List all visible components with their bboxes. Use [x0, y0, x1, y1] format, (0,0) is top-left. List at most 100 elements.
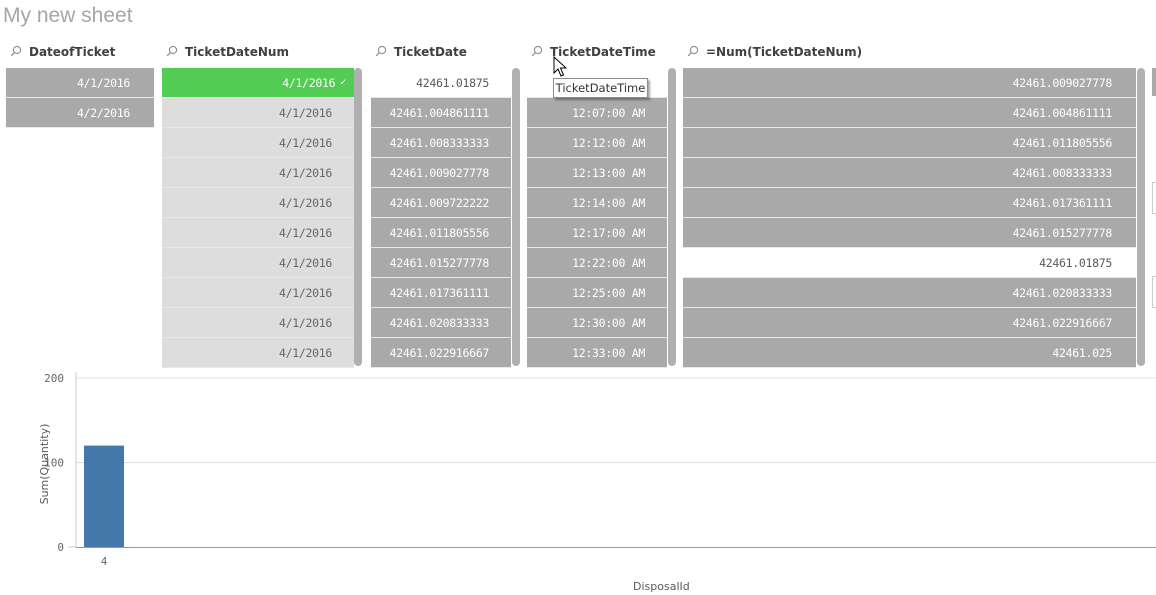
listbox-title: TicketDate [394, 45, 467, 59]
row-value: 4/1/2016 [279, 345, 332, 360]
listbox-row[interactable]: 12:17:00 AM [527, 218, 667, 248]
listbox-row[interactable]: 42461.004861111 [683, 98, 1136, 128]
listbox-row[interactable]: 12:22:00 AM [527, 248, 667, 278]
listbox-row[interactable]: 42461.017361111 [683, 188, 1136, 218]
listbox-row[interactable]: 42461.008333333 [683, 158, 1136, 188]
listbox-row[interactable]: 42461.01875 [683, 248, 1136, 278]
listbox-row[interactable]: 42461.008333333 [371, 128, 511, 158]
tooltip: TicketDateTime [553, 78, 648, 98]
listbox-header[interactable]: =Num(TicketDateNum) [683, 42, 1145, 62]
row-value: 4/1/2016 [279, 225, 332, 240]
listbox-row[interactable]: 12:14:00 AM [527, 188, 667, 218]
row-value: 42461.009027778 [389, 165, 490, 180]
listbox-title: DateofTicket [29, 45, 116, 59]
listbox-header[interactable]: DateofTicket [6, 42, 156, 62]
row-value: 4/1/2016 [77, 75, 130, 90]
row-value: 42461.008333333 [1012, 165, 1113, 180]
scrollbar[interactable] [668, 68, 676, 366]
listbox-row[interactable]: 42461.015277778 [683, 218, 1136, 248]
listbox-title: =Num(TicketDateNum) [706, 45, 863, 59]
row-value: 12:33:00 AM [572, 345, 645, 360]
listbox-row[interactable]: 12:30:00 AM [527, 308, 667, 338]
search-icon[interactable] [166, 45, 180, 59]
listbox-row[interactable]: 42461.015277778 [371, 248, 511, 278]
scrollbar[interactable] [1137, 68, 1145, 366]
listbox-ticketdatetime[interactable]: TicketDateTime 12:07:00 AM 12:12:00 AM 12:1… [527, 42, 676, 368]
listbox-row[interactable]: 12:25:00 AM [527, 278, 667, 308]
row-value: 42461.020833333 [1012, 285, 1113, 300]
listbox-row[interactable]: 12:07:00 AM [527, 98, 667, 128]
scrollbar[interactable] [354, 68, 362, 366]
listbox-header[interactable]: TicketDateTime [527, 42, 675, 62]
row-value: 12:22:00 AM [572, 255, 645, 270]
listbox-row[interactable]: 4/2/2016 [6, 98, 154, 128]
row-value: 42461.011805556 [389, 225, 490, 240]
row-value: 42461.015277778 [1012, 225, 1113, 240]
search-icon[interactable] [10, 45, 24, 59]
row-value: 4/1/2016 [279, 255, 332, 270]
row-value: 12:25:00 AM [572, 285, 645, 300]
offscreen-box-edge [1152, 276, 1156, 308]
x-tick-label: 4 [101, 555, 108, 568]
y-tick-label: 200 [44, 372, 64, 385]
listbox-title: TicketDateNum [185, 45, 289, 59]
row-value: 4/1/2016 [279, 165, 332, 180]
listbox-rows: 42461.009027778 42461.004861111 42461.0118… [683, 68, 1136, 368]
listbox-row[interactable]: 4/1/2016 [162, 278, 354, 308]
listbox-row[interactable]: 4/1/2016 [6, 68, 154, 98]
scrollbar[interactable] [512, 68, 520, 366]
listbox-row[interactable]: 12:12:00 AM [527, 128, 667, 158]
listbox-row[interactable]: 4/1/2016 [162, 158, 354, 188]
listbox-header[interactable]: TicketDateNum [162, 42, 362, 62]
listbox-row[interactable]: 4/1/2016 [162, 248, 354, 278]
listbox-row[interactable]: 42461.017361111 [371, 278, 511, 308]
listbox-row[interactable]: 42461.025 [683, 338, 1136, 368]
listbox-row[interactable]: 42461.009027778 [371, 158, 511, 188]
bar-chart[interactable]: 0 100 200 4 [0, 372, 1156, 595]
listbox-row[interactable]: 42461.011805556 [371, 218, 511, 248]
listbox-dateofticket[interactable]: DateofTicket 4/1/2016 4/2/2016 [6, 42, 156, 128]
mouse-cursor-icon [553, 55, 568, 82]
search-icon[interactable] [531, 45, 545, 59]
row-value: 42461.022916667 [1012, 315, 1113, 330]
row-value: 42461.011805556 [1012, 135, 1113, 150]
listbox-row[interactable]: 4/1/2016 [162, 98, 354, 128]
listbox-ticketdate[interactable]: TicketDate 42461.01875 42461.004861111 4246… [371, 42, 520, 368]
row-value: 4/1/2016 [279, 195, 332, 210]
row-value: 42461.020833333 [389, 315, 490, 330]
row-value: 42461.022916667 [389, 345, 490, 360]
listbox-row[interactable]: 4/1/2016 [162, 128, 354, 158]
listbox-row[interactable]: 4/1/2016 [162, 338, 354, 368]
listbox-row[interactable]: 4/1/2016 ✓ [162, 68, 354, 98]
listbox-row[interactable]: 42461.004861111 [371, 98, 511, 128]
offscreen-object-edge [1152, 68, 1156, 96]
listbox-row[interactable]: 42461.022916667 [371, 338, 511, 368]
listbox-num-ticketdatenum[interactable]: =Num(TicketDateNum) 42461.009027778 42461.… [683, 42, 1145, 368]
listbox-row[interactable]: 12:13:00 AM [527, 158, 667, 188]
listbox-rows: 42461.01875 42461.004861111 42461.00833333… [371, 68, 511, 368]
sheet-title: My new sheet [3, 4, 133, 27]
y-tick-label: 0 [57, 541, 64, 554]
row-value: 4/1/2016 [279, 135, 332, 150]
listbox-row[interactable]: 42461.022916667 [683, 308, 1136, 338]
bar-chart-plot: 01002004 [44, 372, 1156, 568]
listbox-ticketdatenum[interactable]: TicketDateNum 4/1/2016 ✓ 4/1/2016 4/1/2016 4/… [162, 42, 362, 368]
listbox-row[interactable]: 4/1/2016 [162, 308, 354, 338]
row-value: 42461.017361111 [389, 285, 490, 300]
listbox-row[interactable]: 42461.011805556 [683, 128, 1136, 158]
search-icon[interactable] [687, 45, 701, 59]
listbox-row[interactable]: 4/1/2016 [162, 218, 354, 248]
listbox-row[interactable]: 12:33:00 AM [527, 338, 667, 368]
search-icon[interactable] [375, 45, 389, 59]
listbox-row[interactable]: 42461.009027778 [683, 68, 1136, 98]
listbox-row[interactable]: 42461.009722222 [371, 188, 511, 218]
bar[interactable] [84, 445, 124, 547]
listbox-row[interactable]: 42461.020833333 [371, 308, 511, 338]
checkmark-icon: ✓ [340, 77, 346, 88]
listbox-header[interactable]: TicketDate [371, 42, 519, 62]
listbox-row[interactable]: 4/1/2016 [162, 188, 354, 218]
row-value: 42461.01875 [416, 75, 489, 90]
listbox-row[interactable]: 42461.01875 [371, 68, 511, 98]
row-value: 12:12:00 AM [572, 135, 645, 150]
listbox-row[interactable]: 42461.020833333 [683, 278, 1136, 308]
